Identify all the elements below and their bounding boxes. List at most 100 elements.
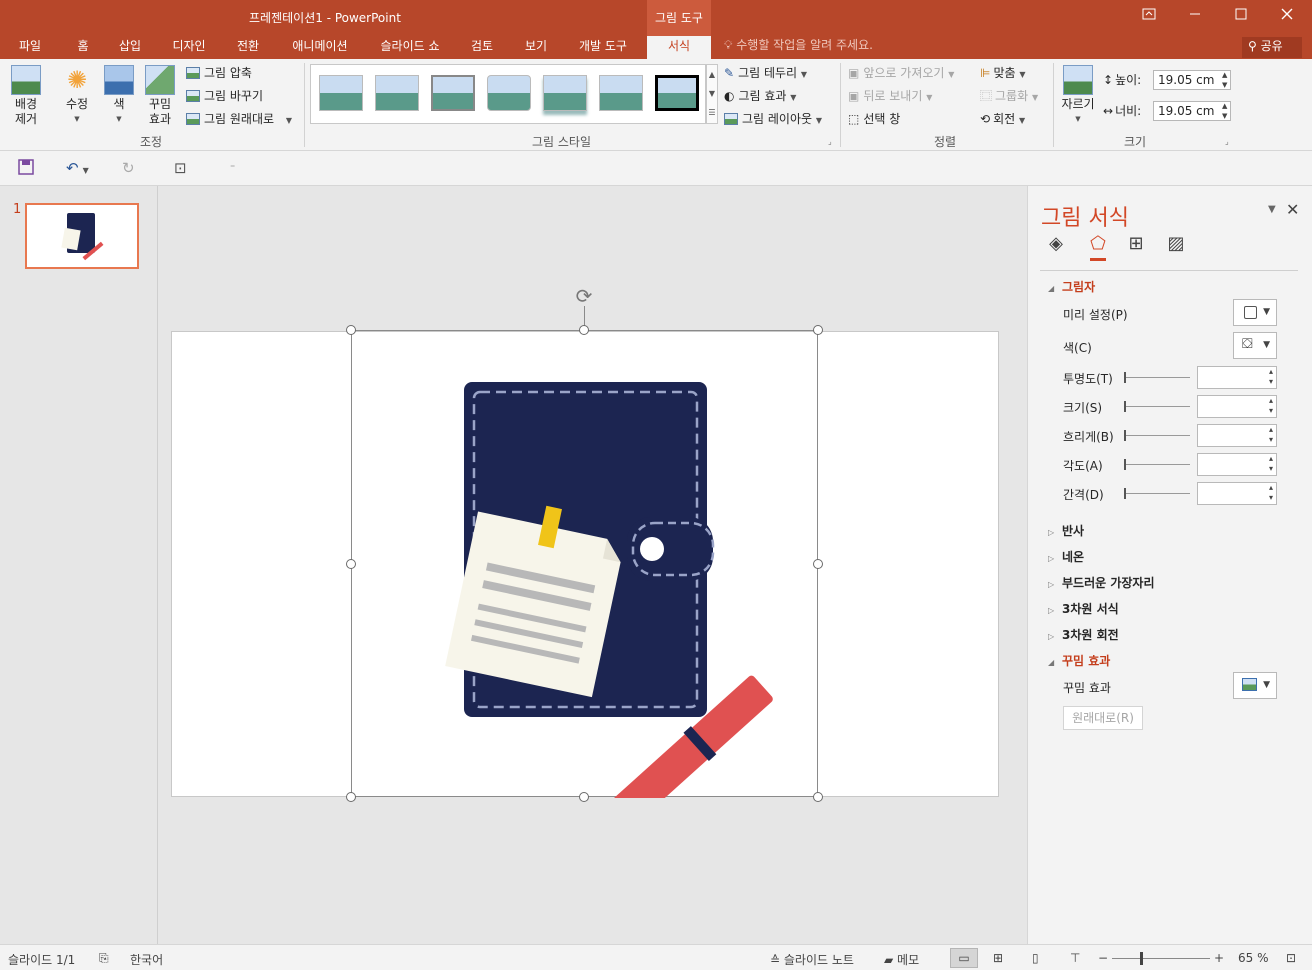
tab-animations[interactable]: 애니메이션 bbox=[280, 36, 360, 59]
align-button[interactable]: ⊫ 맞춤 ▼ bbox=[980, 64, 1026, 81]
rotate-button[interactable]: ⟲ 회전 ▼ bbox=[980, 110, 1025, 127]
picture-tab-icon[interactable]: ▨ bbox=[1164, 232, 1188, 256]
width-spinner-icon[interactable]: ▲ ▼ bbox=[1222, 101, 1227, 121]
shadow-preset-dropdown[interactable]: ▼ bbox=[1233, 299, 1277, 326]
height-spinner-icon[interactable]: ▲ ▼ bbox=[1222, 70, 1227, 90]
ribbon-display-options-button[interactable] bbox=[1126, 0, 1172, 32]
redo-button[interactable]: ↻ bbox=[122, 159, 135, 177]
corrections-button[interactable]: ✺ 수정 ▼ bbox=[60, 65, 94, 127]
resize-handle-bottom-right[interactable] bbox=[813, 792, 823, 802]
shadow-color-dropdown[interactable]: ⛋ ▼ bbox=[1233, 332, 1277, 359]
size-slider[interactable] bbox=[1124, 401, 1190, 412]
transparency-spinner[interactable] bbox=[1197, 366, 1277, 389]
undo-button[interactable]: ↶ ▼ bbox=[66, 159, 89, 177]
share-button[interactable]: ⚲ 공유 bbox=[1242, 37, 1302, 58]
fill-line-icon[interactable]: ◈ bbox=[1044, 232, 1068, 256]
slide-thumbnail[interactable] bbox=[25, 203, 139, 269]
crop-button[interactable]: 자르기 ▼ bbox=[1060, 65, 1096, 127]
language-indicator[interactable]: 한국어 bbox=[130, 951, 163, 968]
reset-picture-button[interactable]: 그림 원래대로 ▼ bbox=[186, 110, 292, 127]
customize-qat-button[interactable]: ⁼ bbox=[230, 163, 235, 174]
shadow-section-header[interactable]: ◢ 그림자 bbox=[1048, 278, 1095, 295]
compress-pictures-button[interactable]: 그림 압축 bbox=[186, 64, 252, 81]
send-backward-button[interactable]: ▣ 뒤로 보내기 ▼ bbox=[848, 87, 932, 104]
notes-button[interactable]: ≙ 슬라이드 노트 bbox=[770, 951, 854, 968]
pane-close-icon[interactable]: ✕ bbox=[1286, 200, 1299, 219]
normal-view-icon[interactable]: ▭ bbox=[950, 948, 978, 968]
close-button[interactable] bbox=[1264, 0, 1310, 32]
tab-view[interactable]: 보기 bbox=[514, 36, 558, 59]
size-properties-icon[interactable]: ⊞ bbox=[1124, 232, 1148, 256]
picture-effects-button[interactable]: ◐ 그림 효과 ▼ bbox=[724, 87, 796, 104]
reflection-section-header[interactable]: ▷ 반사 bbox=[1048, 522, 1084, 539]
gallery-up-icon[interactable]: ▲ bbox=[707, 65, 717, 84]
group-button[interactable]: ⿴ 그룹화 ▼ bbox=[980, 87, 1038, 104]
dialog-launcher-icon[interactable]: ⌟ bbox=[828, 137, 832, 146]
size-spinner[interactable] bbox=[1197, 395, 1277, 418]
height-input[interactable]: 19.05 cm bbox=[1153, 70, 1231, 90]
distance-spinner[interactable] bbox=[1197, 482, 1277, 505]
pane-options-icon[interactable]: ▼ bbox=[1268, 204, 1276, 215]
slide-sorter-icon[interactable]: ⊞ bbox=[993, 951, 1003, 965]
artistic-effects-section-header[interactable]: ◢ 꾸밈 효과 bbox=[1048, 652, 1110, 669]
change-picture-button[interactable]: 그림 바꾸기 bbox=[186, 87, 263, 104]
save-button[interactable] bbox=[18, 159, 34, 179]
tab-developer[interactable]: 개발 도구 bbox=[568, 36, 638, 59]
comments-button[interactable]: ▰ 메모 bbox=[884, 951, 919, 968]
tab-format[interactable]: 서식 bbox=[647, 36, 711, 59]
picture-style-3[interactable] bbox=[431, 75, 475, 111]
3d-rotation-section-header[interactable]: ▷ 3차원 회전 bbox=[1048, 626, 1119, 643]
gallery-down-icon[interactable]: ▼ bbox=[707, 84, 717, 103]
artistic-effects-button[interactable]: 꾸밈 효과 bbox=[142, 65, 178, 127]
picture-style-5[interactable] bbox=[543, 75, 587, 111]
blur-spinner[interactable] bbox=[1197, 424, 1277, 447]
picture-style-4[interactable] bbox=[487, 75, 531, 111]
soft-edges-section-header[interactable]: ▷ 부드러운 가장자리 bbox=[1048, 574, 1155, 591]
resize-handle-bottom[interactable] bbox=[579, 792, 589, 802]
tell-me-box[interactable]: 💡︎ 수행할 작업을 알려 주세요. bbox=[724, 36, 873, 59]
tab-file[interactable]: 파일 bbox=[8, 36, 52, 59]
slideshow-view-icon[interactable]: ⊤ bbox=[1070, 951, 1080, 965]
picture-layout-button[interactable]: 그림 레이아웃 ▼ bbox=[724, 110, 822, 127]
tab-design[interactable]: 디자인 bbox=[162, 36, 216, 59]
rotate-handle-icon[interactable]: ⟳ bbox=[572, 284, 596, 308]
picture-border-button[interactable]: ✎ 그림 테두리 ▼ bbox=[724, 64, 807, 81]
tab-home[interactable]: 홈 bbox=[68, 36, 98, 59]
blur-slider[interactable] bbox=[1124, 430, 1190, 441]
angle-spinner[interactable] bbox=[1197, 453, 1277, 476]
spell-check-icon[interactable]: ⎘ bbox=[99, 951, 109, 966]
picture-style-7[interactable] bbox=[655, 75, 699, 111]
width-input[interactable]: 19.05 cm bbox=[1153, 101, 1231, 121]
transparency-slider[interactable] bbox=[1124, 372, 1190, 383]
zoom-out-icon[interactable]: − bbox=[1098, 951, 1108, 965]
3d-format-section-header[interactable]: ▷ 3차원 서식 bbox=[1048, 600, 1119, 617]
resize-handle-left[interactable] bbox=[346, 559, 356, 569]
artistic-reset-button[interactable]: 원래대로(R) bbox=[1063, 706, 1143, 730]
tab-slideshow[interactable]: 슬라이드 쇼 bbox=[370, 36, 450, 59]
picture-style-2[interactable] bbox=[375, 75, 419, 111]
zoom-slider-thumb[interactable] bbox=[1140, 952, 1143, 965]
picture-style-1[interactable] bbox=[319, 75, 363, 111]
picture-styles-gallery[interactable] bbox=[310, 64, 706, 124]
zoom-level[interactable]: 65 % bbox=[1238, 951, 1269, 965]
bring-forward-button[interactable]: ▣ 앞으로 가져오기 ▼ bbox=[848, 64, 954, 81]
resize-handle-bottom-left[interactable] bbox=[346, 792, 356, 802]
resize-handle-right[interactable] bbox=[813, 559, 823, 569]
selected-picture[interactable] bbox=[351, 330, 818, 798]
color-button[interactable]: 색 ▼ bbox=[102, 65, 136, 127]
angle-slider[interactable] bbox=[1124, 459, 1190, 470]
dialog-launcher-icon[interactable]: ⌟ bbox=[1225, 137, 1229, 146]
gallery-scroll[interactable]: ▲ ▼ ☰ bbox=[706, 64, 718, 124]
selection-pane-button[interactable]: ⬚ 선택 창 bbox=[848, 110, 900, 127]
presentation-button[interactable]: ⊡ bbox=[174, 159, 187, 177]
resize-handle-top-right[interactable] bbox=[813, 325, 823, 335]
resize-handle-top[interactable] bbox=[579, 325, 589, 335]
zoom-in-icon[interactable]: + bbox=[1214, 951, 1224, 965]
reading-view-icon[interactable]: ▯ bbox=[1032, 951, 1039, 965]
fit-to-window-icon[interactable]: ⊡ bbox=[1286, 951, 1296, 965]
tab-insert[interactable]: 삽입 bbox=[110, 36, 150, 59]
gallery-more-icon[interactable]: ☰ bbox=[707, 103, 717, 122]
maximize-button[interactable] bbox=[1218, 0, 1264, 32]
tab-review[interactable]: 검토 bbox=[462, 36, 502, 59]
glow-section-header[interactable]: ▷ 네온 bbox=[1048, 548, 1084, 565]
